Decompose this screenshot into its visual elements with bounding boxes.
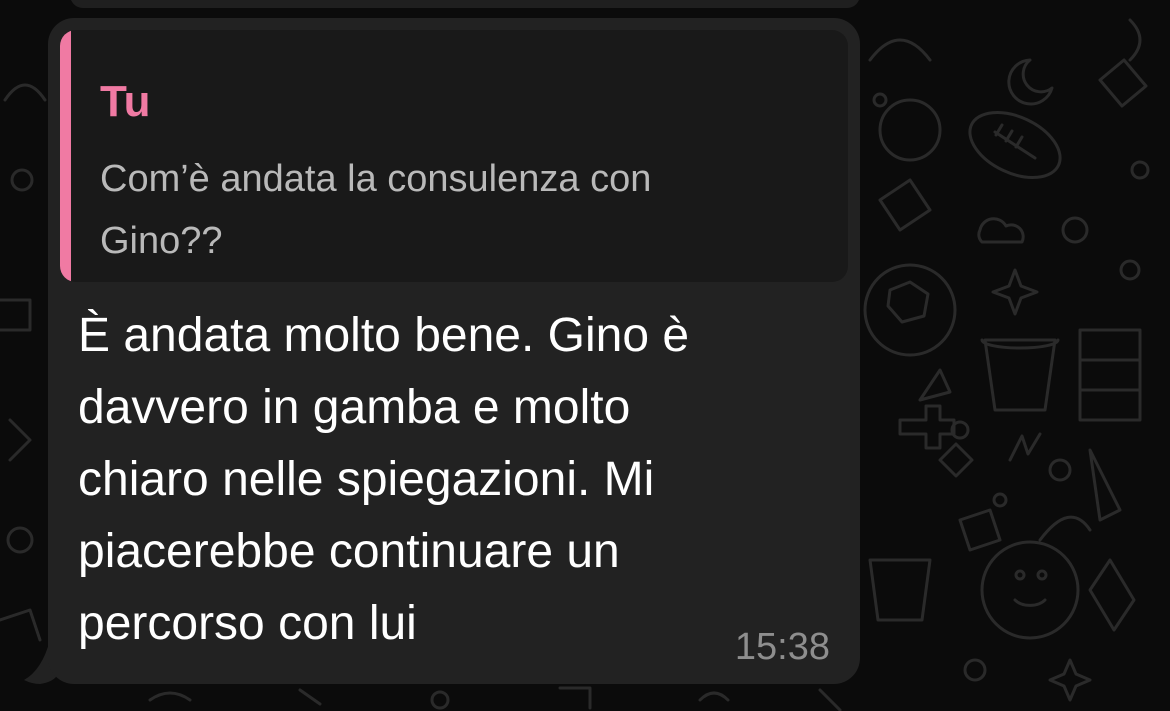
message-timestamp: 15:38	[734, 626, 830, 668]
reply-quote-text: Com’è andata la consulenza con Gino??	[100, 158, 652, 262]
previous-message-bubble	[70, 0, 860, 8]
chat-background: Tu Com’è andata la consulenza con Gino??…	[0, 0, 1170, 711]
reply-quote[interactable]: Tu Com’è andata la consulenza con Gino??	[60, 30, 848, 282]
reply-quote-author: Tu	[100, 77, 151, 126]
received-message-bubble[interactable]: Tu Com’è andata la consulenza con Gino??…	[48, 18, 860, 684]
reply-quote-accent-bar	[60, 30, 71, 282]
message-text: È andata molto bene. Gino è davvero in g…	[78, 309, 690, 650]
